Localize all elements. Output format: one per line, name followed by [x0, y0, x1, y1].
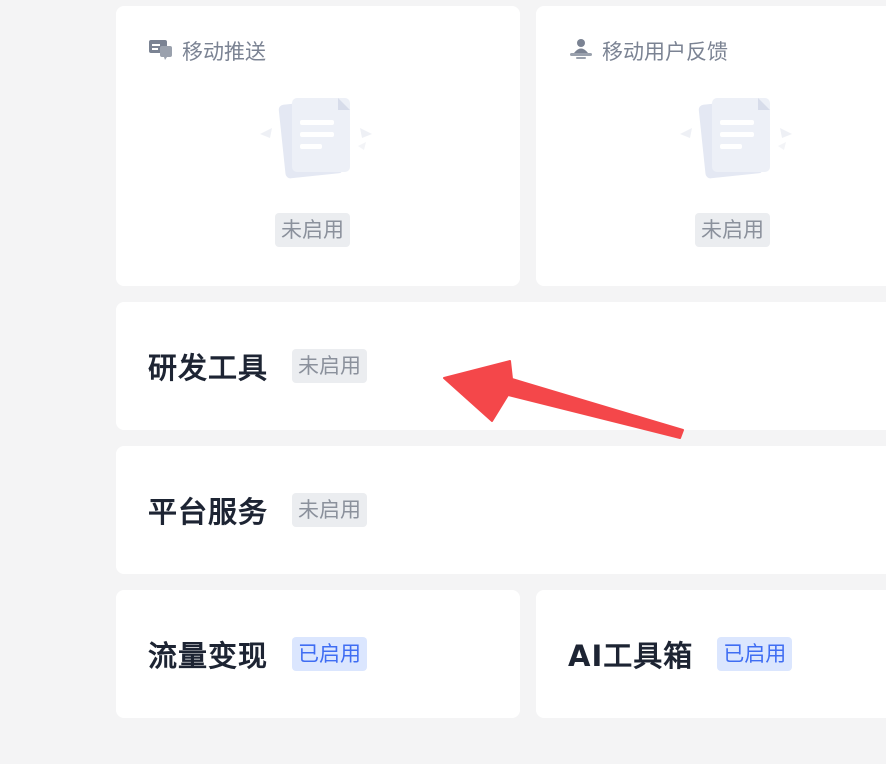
- dev-tools-title: 研发工具: [148, 351, 269, 385]
- status-badge: 未启用: [292, 493, 368, 527]
- status-badge: 未启用: [695, 213, 770, 247]
- mobile-feedback-title: 移动用户反馈: [602, 40, 728, 64]
- status-badge: 未启用: [292, 349, 368, 383]
- mobile-feedback-card[interactable]: 移动用户反馈 未启用: [536, 6, 886, 286]
- status-badge: 已启用: [292, 637, 368, 671]
- platform-services-row[interactable]: 平台服务 未启用: [116, 446, 886, 574]
- empty-document-icon: [674, 94, 798, 190]
- user-feedback-icon: [568, 38, 594, 65]
- traffic-monetization-card[interactable]: 流量变现 已启用: [116, 590, 520, 718]
- status-badge: 未启用: [275, 213, 350, 247]
- ai-toolbox-title: AI工具箱: [568, 639, 694, 673]
- ai-toolbox-card[interactable]: AI工具箱 已启用: [536, 590, 886, 718]
- push-notification-icon: [148, 38, 174, 65]
- empty-document-icon: [254, 94, 378, 190]
- mobile-push-card[interactable]: 移动推送 未启用: [116, 6, 520, 286]
- dev-tools-row[interactable]: 研发工具 未启用: [116, 302, 886, 430]
- mobile-push-header: 移动推送: [148, 36, 266, 66]
- mobile-push-title: 移动推送: [182, 40, 266, 64]
- traffic-monetization-title: 流量变现: [148, 639, 269, 673]
- mobile-feedback-header: 移动用户反馈: [568, 36, 728, 66]
- status-badge: 已启用: [717, 637, 793, 671]
- platform-services-title: 平台服务: [148, 495, 269, 529]
